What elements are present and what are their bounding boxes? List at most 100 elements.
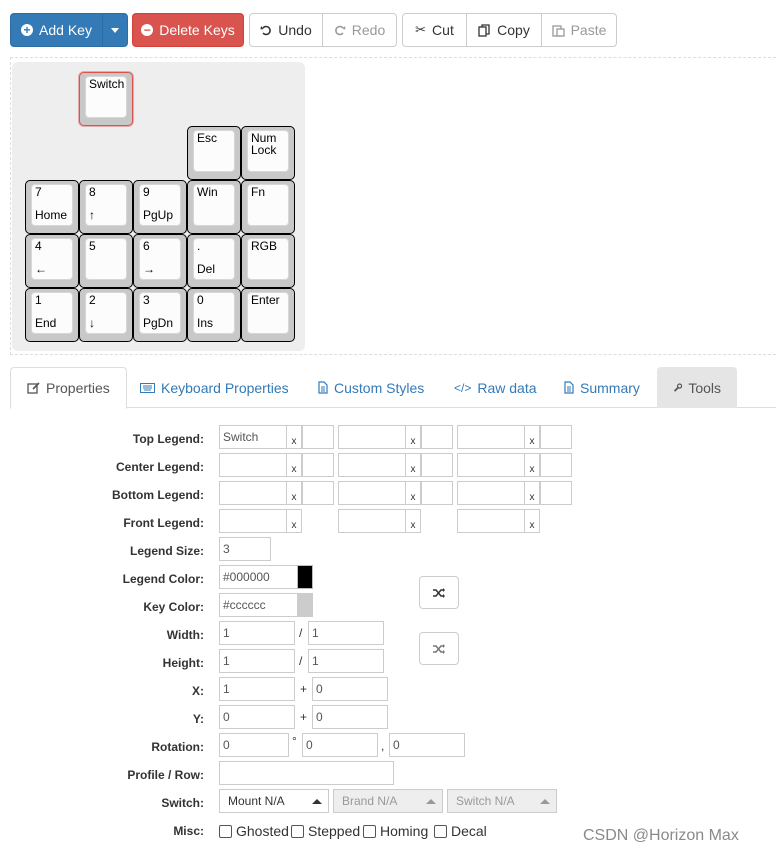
key-7-home[interactable]: 7 Home (25, 180, 79, 234)
tab-keyboard-properties[interactable]: Keyboard Properties (124, 367, 305, 408)
checkbox-box[interactable] (363, 824, 376, 838)
bottom-legend-color-3[interactable] (540, 481, 572, 505)
key-9-pgup[interactable]: 9 PgUp (133, 180, 187, 234)
key-esc[interactable]: Esc (187, 126, 241, 180)
decal-checkbox[interactable]: Decal (434, 823, 487, 839)
clear-legend-button[interactable]: x (405, 481, 421, 505)
file-icon (564, 381, 574, 394)
paste-button[interactable]: Paste (541, 13, 617, 47)
swap-size-button[interactable] (419, 632, 459, 665)
homing-checkbox[interactable]: Homing (363, 823, 428, 839)
switch-brand-select[interactable]: Brand N/A (333, 789, 443, 813)
front-legend-input-2[interactable] (338, 509, 406, 533)
swap-colors-button[interactable] (419, 576, 459, 609)
key-4-left[interactable]: 4 ← (25, 234, 79, 288)
key-rgb[interactable]: RGB (241, 234, 295, 288)
key-num-lock[interactable]: Num Lock (241, 126, 295, 180)
clear-legend-button[interactable]: x (286, 481, 302, 505)
tab-properties[interactable]: Properties (10, 367, 127, 409)
key-2-down[interactable]: 2 ↓ (79, 288, 133, 342)
tab-summary[interactable]: Summary (548, 367, 656, 408)
center-legend-color-1[interactable] (302, 453, 334, 477)
key-6-right[interactable]: 6 → (133, 234, 187, 288)
key-1-end[interactable]: 1 End (25, 288, 79, 342)
legend-size-input[interactable]: 3 (219, 537, 271, 561)
key-dot-del[interactable]: . Del (187, 234, 241, 288)
key-enter[interactable]: Enter (241, 288, 295, 342)
clear-legend-button[interactable]: x (286, 509, 302, 533)
clear-legend-button[interactable]: x (286, 425, 302, 449)
key-win[interactable]: Win (187, 180, 241, 234)
bottom-legend-input-2[interactable] (338, 481, 406, 505)
top-legend-color-2[interactable] (421, 425, 453, 449)
key-color-input[interactable]: #cccccc (219, 593, 299, 617)
x2-input[interactable]: 0 (312, 677, 388, 701)
top-legend-input-3[interactable] (457, 425, 525, 449)
key-color-swatch[interactable] (297, 593, 313, 617)
legend-color-swatch[interactable] (297, 565, 313, 589)
top-legend-input-1[interactable]: Switch (219, 425, 287, 449)
top-legend-color-3[interactable] (540, 425, 572, 449)
bottom-legend-color-1[interactable] (302, 481, 334, 505)
cut-label: Cut (432, 22, 454, 38)
clear-legend-button[interactable]: x (524, 481, 540, 505)
legend-color-input[interactable]: #000000 (219, 565, 299, 589)
add-key-dropdown-toggle[interactable] (102, 13, 128, 47)
switch-mount-select[interactable]: Mount N/A (219, 789, 329, 813)
rotation-x-input[interactable]: 0 (302, 733, 378, 757)
profile-row-input[interactable] (219, 761, 394, 785)
copy-button[interactable]: Copy (466, 13, 542, 47)
tab-custom-styles[interactable]: Custom Styles (302, 367, 440, 408)
center-legend-input-2[interactable] (338, 453, 406, 477)
center-legend-color-2[interactable] (421, 453, 453, 477)
y-input[interactable]: 0 (219, 705, 295, 729)
delete-keys-button[interactable]: − Delete Keys (132, 13, 244, 47)
x-input[interactable]: 1 (219, 677, 295, 701)
top-legend-input-2[interactable] (338, 425, 406, 449)
checkbox-box[interactable] (219, 824, 232, 838)
width2-input[interactable]: 1 (308, 621, 384, 645)
key-5[interactable]: 5 (79, 234, 133, 288)
width-input[interactable]: 1 (219, 621, 295, 645)
key-fn[interactable]: Fn (241, 180, 295, 234)
ghosted-checkbox[interactable]: Ghosted (219, 823, 289, 839)
redo-button[interactable]: Redo (322, 13, 397, 47)
front-legend-label: Front Legend: (123, 516, 204, 530)
y2-input[interactable]: 0 (312, 705, 388, 729)
bottom-legend-color-2[interactable] (421, 481, 453, 505)
tab-raw-data[interactable]: </> Raw data (438, 367, 553, 408)
height2-input[interactable]: 1 (308, 649, 384, 673)
center-legend-color-3[interactable] (540, 453, 572, 477)
key-8-up[interactable]: 8 ↑ (79, 180, 133, 234)
bottom-legend-input-3[interactable] (457, 481, 525, 505)
tab-tools[interactable]: Tools (657, 367, 737, 408)
checkbox-box[interactable] (291, 824, 304, 838)
clear-legend-button[interactable]: x (524, 453, 540, 477)
cut-button[interactable]: ✂ Cut (402, 13, 467, 47)
front-legend-input-1[interactable] (219, 509, 287, 533)
key-0-ins[interactable]: 0 Ins (187, 288, 241, 342)
rotation-y-input[interactable]: 0 (389, 733, 465, 757)
checkbox-box[interactable] (434, 824, 447, 838)
key-3-pgdn[interactable]: 3 PgDn (133, 288, 187, 342)
center-legend-input-3[interactable] (457, 453, 525, 477)
clear-legend-button[interactable]: x (405, 425, 421, 449)
clear-legend-button[interactable]: x (524, 425, 540, 449)
center-legend-input-1[interactable] (219, 453, 287, 477)
clear-legend-button[interactable]: x (524, 509, 540, 533)
bottom-legend-input-1[interactable] (219, 481, 287, 505)
top-legend-color-1[interactable] (302, 425, 334, 449)
key-switch[interactable]: Switch (79, 72, 133, 126)
clear-legend-button[interactable]: x (286, 453, 302, 477)
stepped-checkbox[interactable]: Stepped (291, 823, 360, 839)
rotation-input[interactable]: 0 (219, 733, 289, 757)
clear-legend-button[interactable]: x (405, 453, 421, 477)
height-input[interactable]: 1 (219, 649, 295, 673)
undo-button[interactable]: Undo (249, 13, 323, 47)
caret-down-icon (111, 27, 119, 33)
y-label: Y: (192, 712, 204, 726)
clear-legend-button[interactable]: x (405, 509, 421, 533)
front-legend-input-3[interactable] (457, 509, 525, 533)
add-key-button[interactable]: + Add Key (10, 13, 103, 47)
switch-type-select[interactable]: Switch N/A (447, 789, 557, 813)
